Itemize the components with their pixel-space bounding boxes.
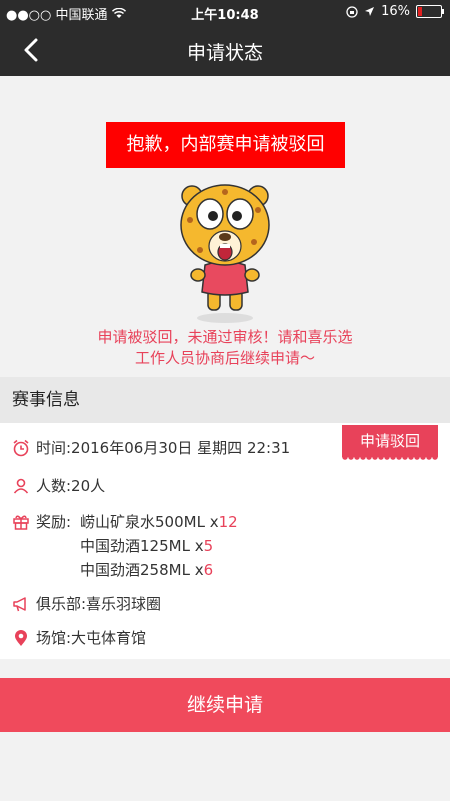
reward-item: 中国劲酒125ML x5	[80, 535, 213, 556]
club-text: 俱乐部:喜乐羽球圈	[36, 595, 162, 613]
status-bar: ●●○○ 中国联通 上午10:48 16%	[0, 0, 450, 24]
gift-icon	[13, 515, 29, 530]
reward-row: 奖励:	[12, 511, 71, 532]
rejection-message-line-2: 工作人员协商后继续申请～	[134, 349, 315, 367]
section-title: 赛事信息	[0, 377, 450, 423]
map-pin-icon	[15, 629, 27, 646]
person-icon	[13, 478, 29, 494]
people-text: 人数:20人	[36, 477, 106, 495]
reward-label: 奖励:	[36, 513, 72, 531]
rejection-message-line-1: 申请被驳回，未通过审核！请和喜乐选	[97, 328, 353, 346]
reward-item-qty: 12	[218, 513, 238, 531]
rejection-banner: 抱歉，内部赛申请被驳回	[106, 122, 345, 168]
club-row: 俱乐部:喜乐羽球圈	[12, 593, 161, 614]
time-row: 时间:2016年06月30日 星期四 22:31	[12, 437, 290, 458]
battery-icon	[416, 5, 444, 18]
reward-item: 崂山矿泉水500ML x12	[80, 511, 238, 532]
location-arrow-icon	[365, 7, 375, 16]
reward-item-qty: 6	[203, 561, 214, 579]
time-text: 时间:2016年06月30日 星期四 22:31	[36, 439, 291, 457]
reward-item: 中国劲酒258ML x6	[80, 559, 213, 580]
reward-item-name: 中国劲酒258ML x	[80, 561, 204, 579]
status-right-group: 16%	[346, 4, 444, 19]
people-row: 人数:20人	[12, 475, 105, 496]
continue-apply-button[interactable]: 继续申请	[0, 678, 450, 732]
megaphone-icon	[13, 596, 26, 611]
reward-item-qty: 5	[203, 537, 214, 555]
battery-percent: 16%	[381, 4, 410, 19]
reward-item-name: 中国劲酒125ML x	[80, 537, 204, 555]
nav-bar: 申请状态	[0, 24, 450, 76]
battery-fill	[418, 7, 422, 16]
venue-row: 场馆:大屯体育馆	[12, 627, 146, 648]
rejection-message: 申请被驳回，未通过审核！请和喜乐选 工作人员协商后继续申请～	[40, 327, 410, 369]
page-title: 申请状态	[186, 42, 263, 64]
status-badge: 申请驳回	[342, 425, 438, 461]
alarm-clock-icon	[13, 439, 29, 456]
leopard-mascot-image	[180, 184, 270, 323]
reward-item-name: 崂山矿泉水500ML x	[80, 513, 219, 531]
venue-text: 场馆:大屯体育馆	[36, 629, 147, 647]
rotation-lock-icon	[346, 5, 358, 18]
